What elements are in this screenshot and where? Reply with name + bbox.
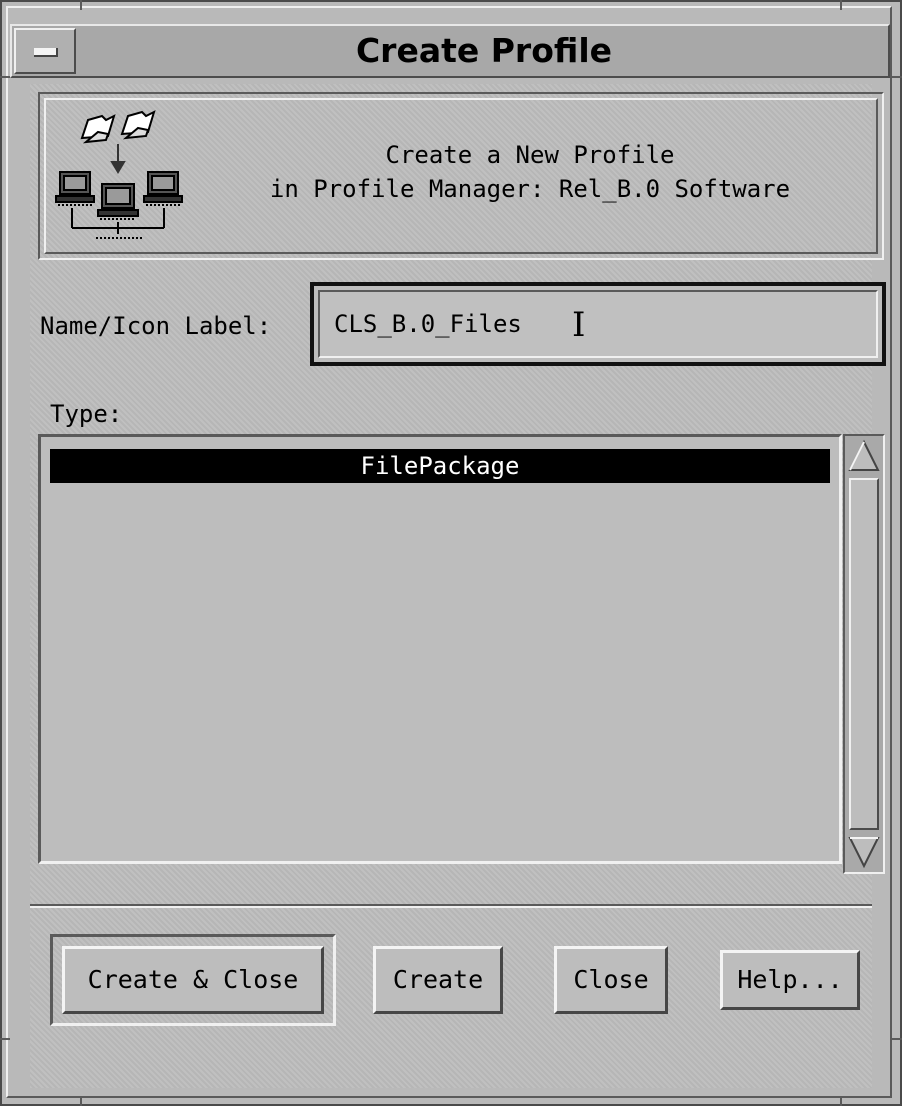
scroll-thumb[interactable] [849, 478, 879, 830]
frame-resize-mark [892, 76, 902, 78]
frame-resize-mark [840, 1096, 842, 1106]
name-icon-label: Name/Icon Label: [40, 312, 272, 340]
profile-network-icon [55, 110, 183, 239]
window-title: Create Profile [355, 31, 613, 70]
type-list[interactable] [38, 434, 842, 864]
frame-resize-mark [840, 0, 842, 10]
frame-resize-mark [0, 1038, 10, 1040]
scroll-up-arrow-icon[interactable] [848, 438, 880, 474]
close-button[interactable]: Close [554, 946, 668, 1014]
minus-icon [34, 48, 58, 57]
header-line-1: Create a New Profile [385, 141, 675, 169]
header-line-2: in Profile Manager: Rel_B.0 Software [269, 175, 791, 203]
frame-resize-mark [80, 0, 82, 10]
window-menu-button[interactable] [14, 28, 76, 74]
list-item[interactable]: FilePackage [50, 449, 830, 483]
name-icon-input[interactable] [318, 290, 878, 358]
type-label: Type: [50, 400, 123, 428]
create-and-close-button[interactable]: Create & Close [62, 946, 324, 1014]
frame-resize-mark [80, 1096, 82, 1106]
scroll-down-arrow-icon[interactable] [848, 834, 880, 870]
frame-resize-mark [892, 1038, 902, 1040]
text-cursor-icon: I [572, 305, 586, 345]
help-button[interactable]: Help... [720, 950, 860, 1010]
button-separator [30, 904, 872, 908]
frame-resize-mark [0, 76, 10, 78]
header-description: Create a New Profile in Profile Manager:… [200, 138, 860, 206]
create-button[interactable]: Create [373, 946, 503, 1014]
